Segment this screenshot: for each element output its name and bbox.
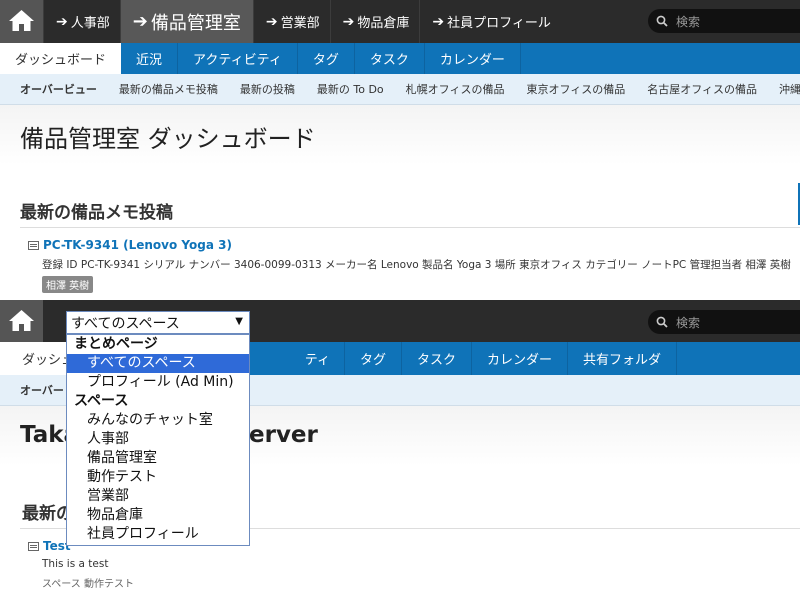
page-title: 備品管理室 ダッシュボード [20, 125, 316, 153]
space-link-equipment[interactable]: ➔ 備品管理室 [119, 0, 253, 43]
item-description: 登録 ID PC-TK-9341 シリアル ナンバー 3406-0099-031… [42, 259, 791, 271]
option-profile[interactable]: プロフィール (Ad Min) [67, 373, 249, 392]
option-all-spaces[interactable]: すべてのスペース [67, 354, 249, 373]
space-link-hr[interactable]: ➔ 人事部 [43, 0, 120, 43]
user-tag[interactable]: 相澤 英樹 [42, 276, 94, 293]
option-warehouse[interactable]: 物品倉庫 [67, 506, 249, 525]
arrow-right-icon: ➔ [432, 13, 445, 30]
space-select-screen: すべてのスペース ▼ 検索 ダッシュ ティ タグ タスク カレンダー 共有フォル… [0, 300, 800, 600]
global-navbar: ➔ 人事部 ➔ 備品管理室 ➔ 営業部 ➔ 物品倉庫 ➔ 社員プロフィール 検索 [0, 0, 800, 43]
tab-activity[interactable]: アクティビティ [178, 43, 298, 74]
tab-tags[interactable]: タグ [298, 43, 355, 74]
home-button[interactable] [0, 0, 43, 43]
option-group-summary: まとめページ [74, 336, 158, 352]
item-title-link[interactable]: PC-TK-9341 (Lenovo Yoga 3) [28, 238, 791, 252]
home-icon [9, 10, 34, 31]
subnav-overview[interactable]: オーバービュー [0, 81, 108, 97]
home-button[interactable] [0, 300, 43, 342]
option-test[interactable]: 動作テスト [67, 468, 249, 487]
option-profiles[interactable]: 社員プロフィール [67, 525, 249, 544]
subnav-latest-todo[interactable]: 最新の To Do [306, 81, 395, 97]
subnav-sapporo[interactable]: 札幌オフィスの備品 [395, 81, 516, 97]
arrow-right-icon: ➔ [132, 11, 148, 32]
space-link-profiles[interactable]: ➔ 社員プロフィール [419, 0, 560, 43]
tab-tags[interactable]: タグ [345, 342, 403, 375]
tab-calendar[interactable]: カレンダー [472, 342, 569, 375]
home-icon [9, 310, 34, 331]
search-input[interactable]: 検索 [648, 9, 800, 33]
item-description: This is a test [42, 558, 109, 570]
option-chat-room[interactable]: みんなのチャット室 [67, 411, 249, 430]
option-equipment[interactable]: 備品管理室 [67, 449, 249, 468]
space-select-dropdown: まとめページ すべてのスペース プロフィール (Ad Min) スペース みんな… [66, 334, 250, 546]
tab-shared-folder[interactable]: 共有フォルダ [568, 342, 678, 375]
dashboard-subnav: オーバービュー 最新の備品メモ投稿 最新の投稿 最新の To Do 札幌オフィス… [0, 74, 800, 105]
space-link-warehouse[interactable]: ➔ 物品倉庫 [329, 0, 420, 43]
section-divider [20, 227, 800, 228]
list-item: PC-TK-9341 (Lenovo Yoga 3) 登録 ID PC-TK-9… [28, 238, 791, 293]
tab-tasks[interactable]: タスク [402, 342, 473, 375]
space-select[interactable]: すべてのスペース ▼ [66, 311, 250, 334]
arrow-right-icon: ➔ [56, 13, 68, 30]
option-sales[interactable]: 営業部 [67, 487, 249, 506]
tab-dashboard[interactable]: ダッシュ [0, 342, 74, 375]
subnav-latest-posts[interactable]: 最新の投稿 [229, 81, 306, 97]
tab-updates[interactable]: 近況 [121, 43, 179, 74]
page-title-right: erver [249, 422, 318, 448]
list-item: Test This is a test スペース 動作テスト [28, 539, 134, 590]
subnav-overview[interactable]: オーバー [0, 382, 75, 398]
subnav-nagoya[interactable]: 名古屋オフィスの備品 [636, 81, 768, 97]
search-icon [656, 316, 668, 328]
subnav-tokyo[interactable]: 東京オフィスの備品 [515, 81, 636, 97]
tab-dashboard[interactable]: ダッシュボード [0, 43, 122, 74]
document-icon [28, 541, 39, 551]
subnav-okinawa[interactable]: 沖縄 [768, 81, 800, 97]
dashboard-screen: ➔ 人事部 ➔ 備品管理室 ➔ 営業部 ➔ 物品倉庫 ➔ 社員プロフィール 検索 ダッシュ… [0, 0, 800, 300]
arrow-right-icon: ➔ [265, 13, 278, 30]
page-header: 備品管理室 ダッシュボード [0, 105, 800, 165]
section-title: 最新の備品メモ投稿 [20, 203, 173, 223]
search-input[interactable]: 検索 [648, 310, 800, 334]
space-tabs: ダッシュボード 近況 アクティビティ タグ タスク カレンダー [0, 43, 800, 74]
document-icon [28, 240, 39, 250]
item-meta: スペース 動作テスト [42, 579, 134, 590]
space-link-sales[interactable]: ➔ 営業部 [252, 0, 330, 43]
tab-tasks[interactable]: タスク [355, 43, 425, 74]
option-group-spaces: スペース [74, 393, 129, 409]
option-hr[interactable]: 人事部 [67, 430, 249, 449]
tab-calendar[interactable]: カレンダー [425, 43, 521, 74]
caret-down-icon: ▼ [235, 316, 243, 327]
arrow-right-icon: ➔ [342, 13, 355, 30]
subnav-latest-memos[interactable]: 最新の備品メモ投稿 [108, 81, 229, 97]
space-nav: ➔ 人事部 ➔ 備品管理室 ➔ 営業部 ➔ 物品倉庫 ➔ 社員プロフィール [43, 0, 561, 43]
search-icon [656, 15, 668, 27]
